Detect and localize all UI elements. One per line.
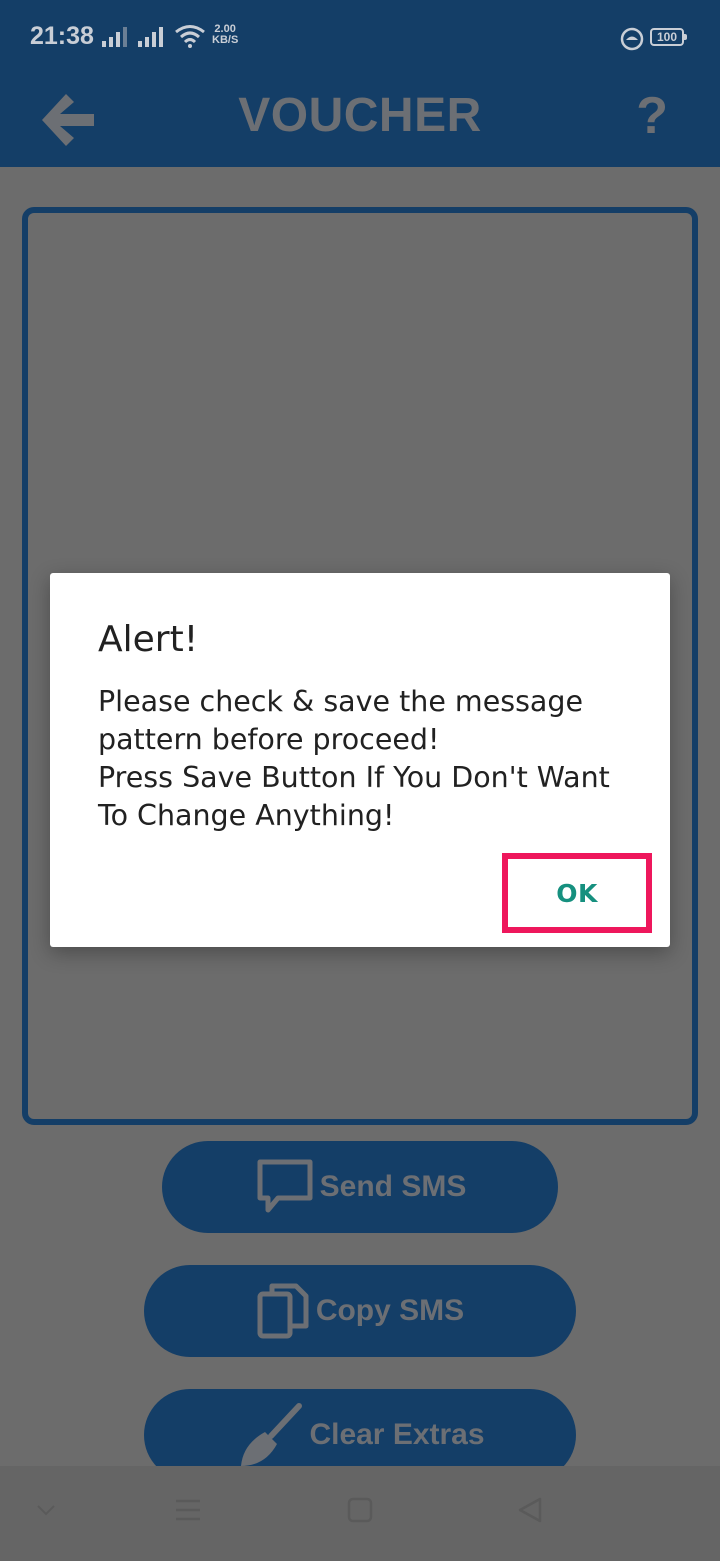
signal-icon: [102, 27, 127, 47]
chevron-down-icon[interactable]: [36, 1502, 56, 1518]
vpn-icon: [620, 27, 644, 51]
back-nav-icon[interactable]: [516, 1496, 544, 1524]
dialog-message: Please check & save the message pattern …: [98, 683, 638, 835]
copy-icon: [257, 1283, 309, 1339]
net-speed-unit: KB/S: [212, 34, 239, 46]
menu-icon[interactable]: [174, 1496, 202, 1524]
net-speed: 2.00 KB/S: [212, 24, 238, 46]
status-time: 21:38: [30, 22, 94, 50]
app-bar: VOUCHER ?: [0, 78, 720, 167]
alert-dialog: Alert! Please check & save the message p…: [50, 573, 670, 947]
dialog-message-line: Press Save Button If You Don't Want: [98, 761, 610, 794]
battery-icon: 100: [650, 28, 687, 46]
send-sms-label: Send SMS: [319, 1170, 467, 1203]
dialog-message-line: pattern before proceed!: [98, 723, 440, 756]
page-title: VOUCHER: [238, 89, 482, 142]
clear-extras-label: Clear Extras: [309, 1418, 485, 1451]
help-button[interactable]: ?: [636, 86, 668, 146]
copy-sms-button[interactable]: Copy SMS: [144, 1265, 576, 1357]
ok-button[interactable]: OK: [508, 859, 646, 927]
ok-highlight-frame: OK: [502, 853, 652, 933]
wifi-icon: [175, 25, 205, 48]
dialog-message-line: To Change Anything!: [98, 799, 395, 832]
dialog-title: Alert!: [98, 619, 199, 660]
send-sms-button[interactable]: Send SMS: [162, 1141, 558, 1233]
status-bar: 21:38 2.00 KB/S 100: [0, 0, 720, 78]
broom-icon: [241, 1403, 303, 1466]
chat-icon: [257, 1159, 313, 1213]
system-nav-bar: [0, 1466, 720, 1561]
copy-sms-label: Copy SMS: [315, 1294, 465, 1327]
home-icon[interactable]: [346, 1496, 374, 1524]
signal-icon-2: [138, 27, 163, 47]
dialog-message-line: Please check & save the message: [98, 685, 584, 718]
